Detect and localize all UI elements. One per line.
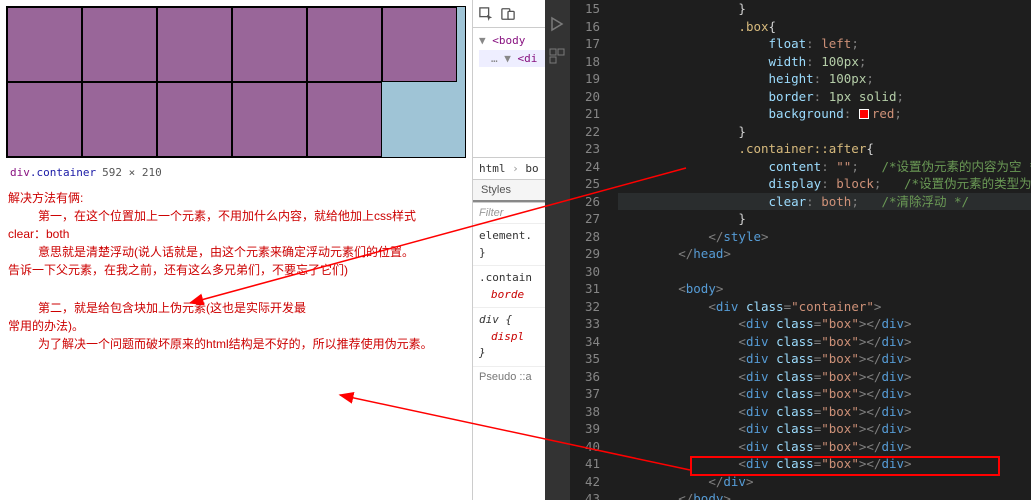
annotation-line: 第二，就是给包含块加上伪元素(这也是实际开发最: [8, 299, 464, 317]
activity-bar: [545, 0, 570, 500]
rendered-box: [82, 82, 157, 157]
annotation-line: 解决方法有俩:: [8, 189, 464, 207]
annotation-line: 意思就是清楚浮动(说人话就是，由这个元素来确定浮动元素们的位置。: [8, 243, 464, 261]
red-rectangle-marker: [690, 456, 1000, 476]
line-number-gutter: 1516171819202122232425262728293031323334…: [570, 0, 610, 500]
browser-preview-pane: div.container592 × 210 解决方法有俩: 第一，在这个位置加…: [0, 0, 472, 500]
extensions-icon[interactable]: [549, 48, 567, 66]
rendered-box: [232, 7, 307, 82]
rendered-box: [7, 82, 82, 157]
inspect-class-name: .container: [30, 166, 96, 179]
rendered-box: [7, 7, 82, 82]
inspect-dimensions: 592 × 210: [96, 166, 162, 179]
rendered-box: [82, 7, 157, 82]
inspect-tag-name: div: [10, 166, 30, 179]
dom-body-tag[interactable]: <body: [492, 34, 525, 47]
rendered-box: [157, 82, 232, 157]
run-icon[interactable]: [549, 16, 567, 34]
rendered-box: [307, 82, 382, 157]
breadcrumb-html[interactable]: html: [479, 162, 506, 175]
element-inspect-tooltip: div.container592 × 210: [6, 164, 166, 181]
inspect-element-icon[interactable]: [479, 7, 493, 21]
code-editor[interactable]: 1516171819202122232425262728293031323334…: [570, 0, 1031, 500]
annotation-line: 常用的办法)。: [8, 317, 464, 335]
annotation-line: 告诉一下父元素，在我之前，还有这么多兄弟们，不要忘了它们): [8, 261, 464, 279]
breadcrumb-body[interactable]: bo: [506, 162, 539, 175]
rendered-container: [6, 6, 466, 158]
annotation-block: 解决方法有俩: 第一，在这个位置加上一个元素，不用加什么内容，就给他加上css样…: [8, 189, 464, 353]
rendered-box: [232, 82, 307, 157]
rendered-box: [157, 7, 232, 82]
annotation-line: 为了解决一个问题而破坏原来的html结构是不好的，所以推荐使用伪元素。: [8, 335, 464, 353]
annotation-line: 第一，在这个位置加上一个元素，不用加什么内容，就给他加上css样式: [8, 207, 464, 225]
device-toggle-icon[interactable]: [501, 7, 515, 21]
dom-div-tag[interactable]: <di: [518, 52, 538, 65]
rendered-box: [382, 7, 457, 82]
rendered-box: [307, 7, 382, 82]
annotation-line: clear：both: [8, 225, 464, 243]
code-area[interactable]: } .box{ float: left; width: 100px; heigh…: [618, 0, 1031, 500]
